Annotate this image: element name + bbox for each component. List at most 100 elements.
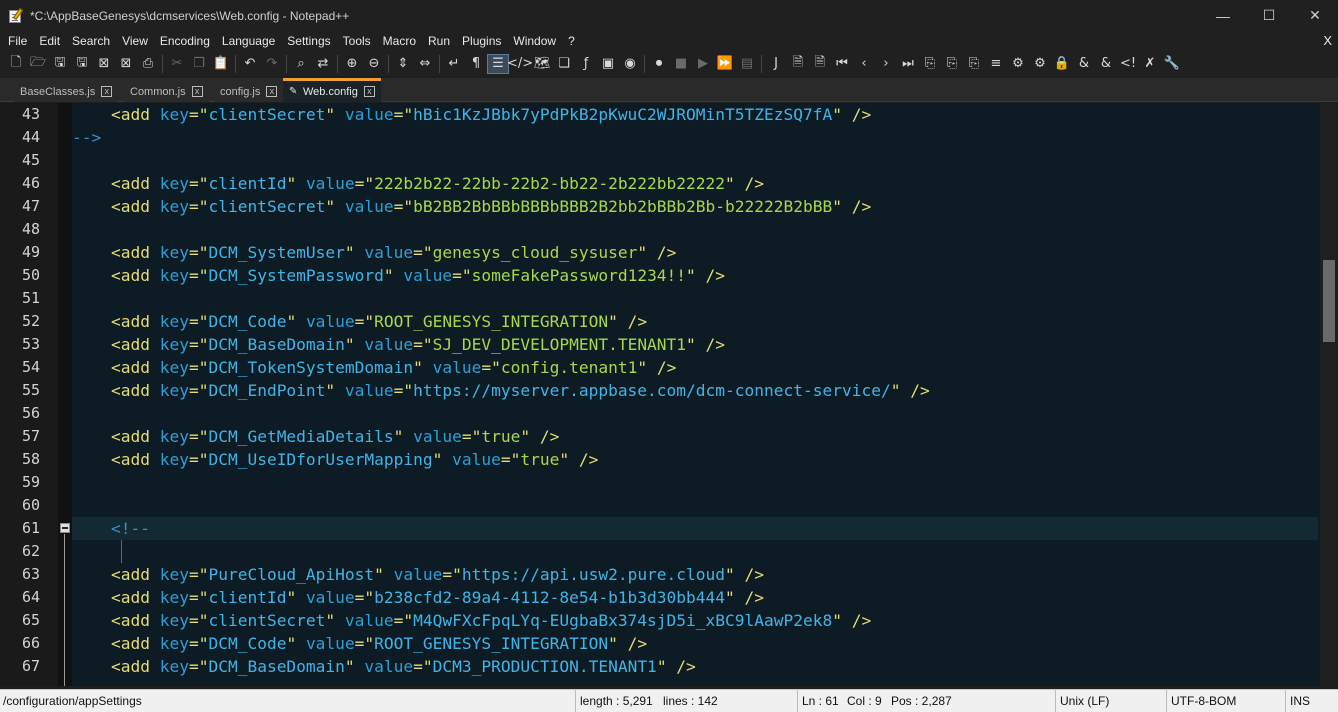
play-macro-icon[interactable]: ▶ xyxy=(692,54,714,74)
ampersand-icon[interactable]: & xyxy=(1073,54,1095,74)
code-text[interactable]: <add key="DCM_BaseDomain" value="SJ_DEV_… xyxy=(72,333,725,356)
code-line[interactable]: 54 <add key="DCM_TokenSystemDomain" valu… xyxy=(0,356,1320,379)
plugin-f-icon[interactable]: ⚙ xyxy=(1029,54,1051,74)
code-text[interactable]: <add key="clientSecret" value="bB2BB2BbB… xyxy=(72,195,871,218)
code-line[interactable]: 63 <add key="PureCloud_ApiHost" value="h… xyxy=(0,563,1320,586)
code-line[interactable]: 66 <add key="DCM_Code" value="ROOT_GENES… xyxy=(0,632,1320,655)
tab-close-icon[interactable]: x xyxy=(363,86,375,97)
sync-horizontal-icon[interactable]: ⇔ xyxy=(414,54,436,74)
code-line[interactable]: 64 <add key="clientId" value="b238cfd2-8… xyxy=(0,586,1320,609)
code-text[interactable]: <add key="DCM_Code" value="ROOT_GENESYS_… xyxy=(72,632,647,655)
tab-baseclasses[interactable]: BaseClasses.js x xyxy=(14,81,119,102)
tab-config-js[interactable]: config.js x xyxy=(214,81,284,102)
wrench-icon[interactable]: 🔧 xyxy=(1161,54,1183,74)
code-line[interactable]: 67 <add key="DCM_BaseDomain" value="DCM3… xyxy=(0,655,1320,678)
menu-language[interactable]: Language xyxy=(216,31,281,51)
code-line[interactable]: 52 <add key="DCM_Code" value="ROOT_GENES… xyxy=(0,310,1320,333)
status-mode[interactable]: INS xyxy=(1285,690,1338,712)
code-text[interactable]: <add key="PureCloud_ApiHost" value="http… xyxy=(72,563,764,586)
status-eol[interactable]: Unix (LF) xyxy=(1055,690,1163,712)
menu-tools[interactable]: Tools xyxy=(337,31,377,51)
plugin-c-icon[interactable]: ⎘ xyxy=(963,54,985,74)
code-text[interactable]: <add key="DCM_BaseDomain" value="DCM3_PR… xyxy=(72,655,696,678)
tab-common[interactable]: Common.js x xyxy=(124,81,209,102)
menu-view[interactable]: View xyxy=(116,31,154,51)
menu-macro[interactable]: Macro xyxy=(377,31,422,51)
record-macro-icon[interactable]: ⏺ xyxy=(648,54,670,74)
save-icon[interactable]: 🖫 xyxy=(49,54,71,74)
status-encoding[interactable]: UTF-8-BOM xyxy=(1166,690,1282,712)
code-line[interactable]: 51 xyxy=(0,287,1320,310)
code-line[interactable]: 48 xyxy=(0,218,1320,241)
code-text[interactable]: --> xyxy=(72,126,101,149)
code-text[interactable]: <add key="DCM_TokenSystemDomain" value="… xyxy=(72,356,676,379)
plugin-a-icon[interactable]: ⎘ xyxy=(919,54,941,74)
code-line[interactable]: 45 xyxy=(0,149,1320,172)
menu-help[interactable]: ? xyxy=(562,31,581,51)
document-list-icon[interactable]: ❏ xyxy=(553,54,575,74)
code-text[interactable]: <add key="DCM_GetMediaDetails" value="tr… xyxy=(72,425,559,448)
code-text[interactable]: <!-- xyxy=(72,517,150,540)
menu-window[interactable]: Window xyxy=(507,31,562,51)
redo-icon[interactable]: ↷ xyxy=(261,54,283,74)
tab-close-icon[interactable]: x xyxy=(191,86,203,97)
plugin-doc-icon[interactable]: 🗎 xyxy=(787,54,809,74)
fold-collapse-icon[interactable] xyxy=(60,523,70,533)
print-icon[interactable]: ⎙ xyxy=(137,54,159,74)
editor[interactable]: 43 <add key="clientSecret" value="hBic1K… xyxy=(0,103,1320,686)
vertical-scrollbar[interactable] xyxy=(1320,103,1338,686)
folder-workspace-icon[interactable]: ▣ xyxy=(597,54,619,74)
menu-edit[interactable]: Edit xyxy=(33,31,66,51)
code-line[interactable]: 50 <add key="DCM_SystemPassword" value="… xyxy=(0,264,1320,287)
stop-macro-icon[interactable]: ■ xyxy=(670,54,692,74)
function-list-icon[interactable]: ƒ xyxy=(575,54,597,74)
xml-tags-icon[interactable]: </> xyxy=(507,54,533,74)
code-line[interactable]: 55 <add key="DCM_EndPoint" value="https:… xyxy=(0,379,1320,402)
close-document-button[interactable]: X xyxy=(1323,31,1332,51)
menu-file[interactable]: File xyxy=(2,31,33,51)
menu-run[interactable]: Run xyxy=(422,31,456,51)
uncomment-icon[interactable]: ✗ xyxy=(1139,54,1161,74)
code-line[interactable]: 43 <add key="clientSecret" value="hBic1K… xyxy=(0,103,1320,126)
open-file-icon[interactable]: 🗁 xyxy=(27,54,49,74)
menu-plugins[interactable]: Plugins xyxy=(456,31,507,51)
code-text[interactable]: <add key="DCM_SystemPassword" value="som… xyxy=(72,264,725,287)
code-line[interactable]: 49 <add key="DCM_SystemUser" value="gene… xyxy=(0,241,1320,264)
scrollbar-thumb[interactable] xyxy=(1323,260,1335,342)
code-line[interactable]: 62 xyxy=(0,540,1320,563)
undo-icon[interactable]: ↶ xyxy=(239,54,261,74)
show-all-chars-icon[interactable]: ¶ xyxy=(465,54,487,74)
find-icon[interactable]: ⌕ xyxy=(290,54,312,74)
previous-icon[interactable]: ‹ xyxy=(853,54,875,74)
save-macro-icon[interactable]: ▤ xyxy=(736,54,758,74)
plugin-d-icon[interactable]: ≡ xyxy=(985,54,1007,74)
plugin-e-icon[interactable]: ⚙ xyxy=(1007,54,1029,74)
code-line[interactable]: 58 <add key="DCM_UseIDforUserMapping" va… xyxy=(0,448,1320,471)
comment-icon[interactable]: <! xyxy=(1117,54,1139,74)
code-line[interactable]: 59 xyxy=(0,471,1320,494)
code-text[interactable]: <add key="clientId" value="222b2b22-22bb… xyxy=(72,172,764,195)
close-all-icon[interactable]: ⊠ xyxy=(115,54,137,74)
code-text[interactable]: <add key="DCM_EndPoint" value="https://m… xyxy=(72,379,930,402)
menu-settings[interactable]: Settings xyxy=(281,31,336,51)
code-line[interactable]: 61 <!-- xyxy=(0,517,1320,540)
zoom-in-icon[interactable]: ⊕ xyxy=(341,54,363,74)
menu-encoding[interactable]: Encoding xyxy=(154,31,216,51)
run-macro-multiple-icon[interactable]: ⏩ xyxy=(714,54,736,74)
code-line[interactable]: 65 <add key="clientSecret" value="M4QwFX… xyxy=(0,609,1320,632)
maximize-button[interactable]: ☐ xyxy=(1246,0,1292,31)
replace-icon[interactable]: ⇄ xyxy=(312,54,334,74)
tab-close-icon[interactable]: x xyxy=(101,86,113,97)
code-text[interactable]: <add key="DCM_Code" value="ROOT_GENESYS_… xyxy=(72,310,647,333)
code-line[interactable]: 47 <add key="clientSecret" value="bB2BB2… xyxy=(0,195,1320,218)
code-line[interactable]: 44 --> xyxy=(0,126,1320,149)
monitoring-icon[interactable]: ◉ xyxy=(619,54,641,74)
minimize-button[interactable]: — xyxy=(1200,0,1246,31)
plugin-g-icon[interactable]: 🔒 xyxy=(1051,54,1073,74)
tab-web-config[interactable]: ✎ Web.config x xyxy=(283,78,381,102)
code-line[interactable]: 60 xyxy=(0,494,1320,517)
ampersand-edit-icon[interactable]: & xyxy=(1095,54,1117,74)
close-file-icon[interactable]: ⊠ xyxy=(93,54,115,74)
next-icon[interactable]: › xyxy=(875,54,897,74)
code-text[interactable]: <add key="clientSecret" value="hBic1KzJB… xyxy=(72,103,871,126)
